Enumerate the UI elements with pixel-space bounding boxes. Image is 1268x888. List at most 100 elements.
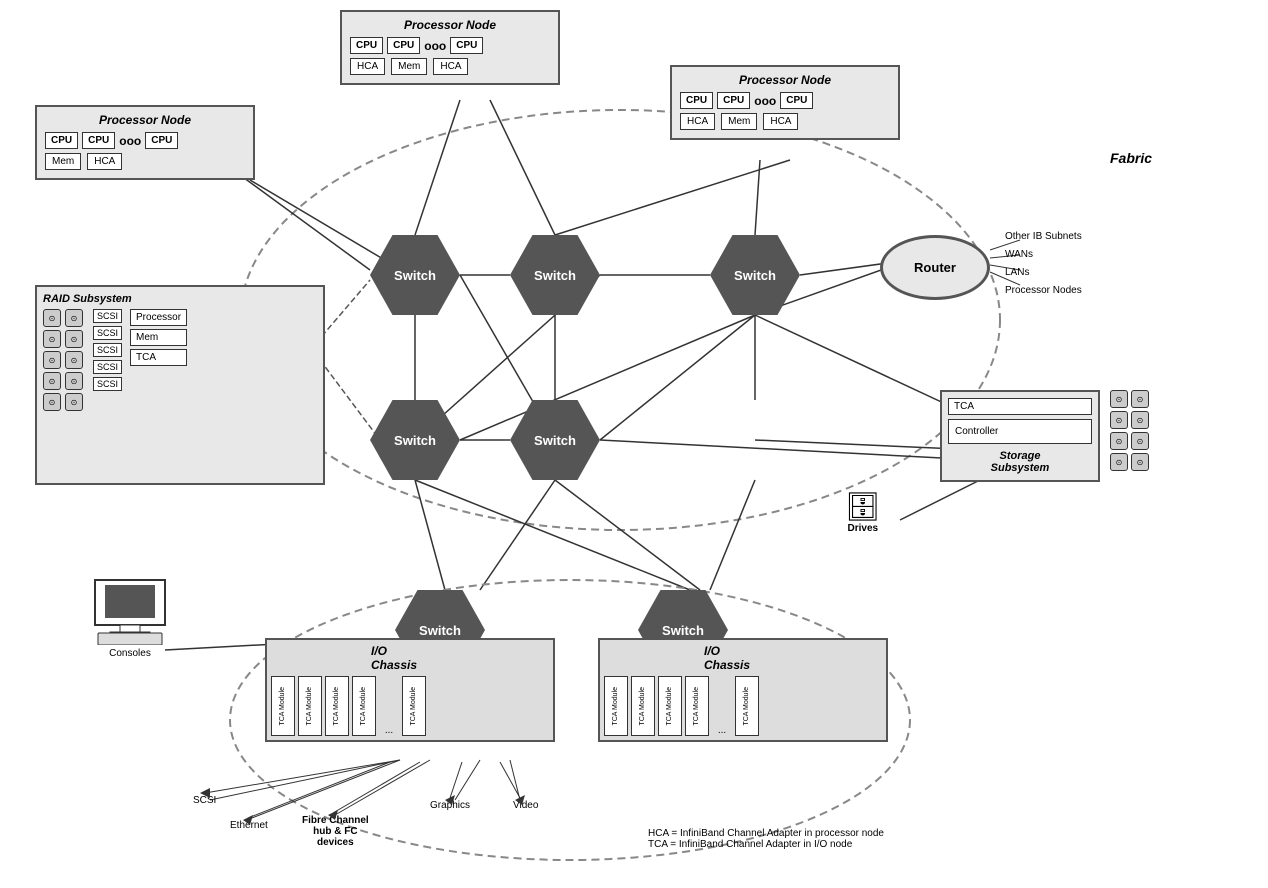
cpu-box: CPU: [450, 37, 483, 54]
disk-icon: ⊙: [65, 351, 83, 369]
storage-disk: ⊙: [1131, 411, 1149, 429]
console: Consoles: [90, 575, 170, 659]
io-chassis-2: I/OChassis TCA Module TCA Module TCA Mod…: [598, 638, 888, 742]
mem-box: Mem: [721, 113, 757, 130]
storage-disk: ⊙: [1131, 390, 1149, 408]
hca-box: HCA: [433, 58, 468, 75]
storage-title: StorageSubsystem: [948, 450, 1092, 474]
io-module: TCA Module: [658, 676, 682, 736]
scsi-box: SCSI: [93, 326, 122, 340]
console-icon: [90, 575, 170, 645]
cpu-box: CPU: [82, 132, 115, 149]
io-module-text: TCA Module: [333, 687, 341, 726]
disk-icon: ⊙: [43, 351, 61, 369]
io-chassis-1-title: I/OChassis: [371, 644, 417, 672]
cpu-box: CPU: [145, 132, 178, 149]
scsi-box: SCSI: [93, 309, 122, 323]
tca-storage: TCA: [948, 398, 1092, 415]
dots: ooo: [424, 39, 446, 53]
io-dots: ...: [379, 725, 399, 736]
mem-box: Mem: [45, 153, 81, 170]
storage-disk: ⊙: [1110, 390, 1128, 408]
io-module: TCA Module: [735, 676, 759, 736]
drives-icon: 🗄: [845, 490, 881, 523]
io-modules-row-1: TCA Module TCA Module TCA Module TCA Mod…: [271, 676, 549, 736]
disk-icon: ⊙: [65, 372, 83, 390]
switch-3: Switch: [710, 235, 800, 315]
switch-5: Switch: [510, 400, 600, 480]
cpu-box: CPU: [387, 37, 420, 54]
scsi-box: SCSI: [93, 377, 122, 391]
router-conn-2: WANs: [1005, 246, 1082, 264]
io-module: TCA Module: [325, 676, 349, 736]
hca-box: HCA: [763, 113, 798, 130]
io-module: TCA Module: [685, 676, 709, 736]
proc-node-1-title: Processor Node: [350, 18, 550, 32]
disk-icon: ⊙: [65, 393, 83, 411]
io-module-text: TCA Module: [612, 687, 620, 726]
io-module-text: TCA Module: [743, 687, 751, 726]
io-module: TCA Module: [271, 676, 295, 736]
fabric-label: Fabric: [1110, 150, 1152, 166]
router-label: Router: [914, 260, 956, 275]
proc-mem-tca: Processor Mem TCA: [130, 309, 187, 411]
disk-icon: ⊙: [65, 330, 83, 348]
disk-icon: ⊙: [65, 309, 83, 327]
cpu-box: CPU: [717, 92, 750, 109]
raid-subsystem: RAID Subsystem ⊙ ⊙ ⊙ ⊙ ⊙ ⊙ ⊙ ⊙ ⊙ ⊙ SCSI …: [35, 285, 325, 485]
drives-label: Drives: [845, 523, 881, 534]
disk-icon: ⊙: [43, 309, 61, 327]
io-chassis-2-title: I/OChassis: [704, 644, 750, 672]
dots: ooo: [119, 134, 141, 148]
switch-1: Switch: [370, 235, 460, 315]
io-module-text: TCA Module: [639, 687, 647, 726]
io-chassis-1: I/OChassis TCA Module TCA Module TCA Mod…: [265, 638, 555, 742]
router-conn-3: LANs: [1005, 264, 1082, 282]
disk-column-2: ⊙ ⊙ ⊙ ⊙ ⊙: [65, 309, 83, 411]
hca-box: HCA: [350, 58, 385, 75]
label-ethernet: Ethernet: [230, 820, 268, 831]
label-graphics: Graphics: [430, 800, 470, 811]
hca-box: HCA: [87, 153, 122, 170]
cpu-box: CPU: [350, 37, 383, 54]
router-conn-4: Processor Nodes: [1005, 282, 1082, 300]
io-module: TCA Module: [298, 676, 322, 736]
io-module-text: TCA Module: [410, 687, 418, 726]
label-scsi: SCSI: [193, 795, 216, 806]
legend: HCA = InfiniBand Channel Adapter in proc…: [648, 828, 884, 850]
processor-node-2: Processor Node CPU CPU ooo CPU HCA Mem H…: [670, 65, 900, 140]
io-module: TCA Module: [352, 676, 376, 736]
io-module-text: TCA Module: [693, 687, 701, 726]
storage-disk: ⊙: [1131, 453, 1149, 471]
router-connections: Other IB Subnets WANs LANs Processor Nod…: [1005, 228, 1082, 300]
drives: 🗄 Drives: [845, 490, 881, 534]
proc-node-2-title: Processor Node: [680, 73, 890, 87]
storage-disks: ⊙ ⊙ ⊙ ⊙ ⊙ ⊙ ⊙ ⊙: [1110, 390, 1149, 471]
storage-subsystem: TCA Controller StorageSubsystem: [940, 390, 1100, 482]
controller-box: Controller: [948, 419, 1092, 444]
switch-4: Switch: [370, 400, 460, 480]
router: Router: [880, 235, 990, 300]
scsi-box: SCSI: [93, 360, 122, 374]
io-module-text: TCA Module: [666, 687, 674, 726]
io-module: TCA Module: [402, 676, 426, 736]
processor-node-3: Processor Node CPU CPU ooo CPU Mem HCA: [35, 105, 255, 180]
scsi-column: SCSI SCSI SCSI SCSI SCSI: [93, 309, 122, 411]
cpu-box: CPU: [45, 132, 78, 149]
console-label: Consoles: [90, 648, 170, 659]
hca-box: HCA: [680, 113, 715, 130]
legend-line-2: TCA = InfiniBand Channel Adapter in I/O …: [648, 839, 884, 850]
storage-disk: ⊙: [1110, 432, 1128, 450]
processor-node-1: Processor Node CPU CPU ooo CPU HCA Mem H…: [340, 10, 560, 85]
disk-icon: ⊙: [43, 330, 61, 348]
proc-node-3-title: Processor Node: [45, 113, 245, 127]
io-dots: ...: [712, 725, 732, 736]
storage-disk: ⊙: [1131, 432, 1149, 450]
storage-disk: ⊙: [1110, 453, 1128, 471]
io-module-text: TCA Module: [279, 687, 287, 726]
legend-line-1: HCA = InfiniBand Channel Adapter in proc…: [648, 828, 884, 839]
disk-column: ⊙ ⊙ ⊙ ⊙ ⊙: [43, 309, 61, 411]
io-module-text: TCA Module: [306, 687, 314, 726]
mem-box: Mem: [391, 58, 427, 75]
label-video: Video: [513, 800, 538, 811]
